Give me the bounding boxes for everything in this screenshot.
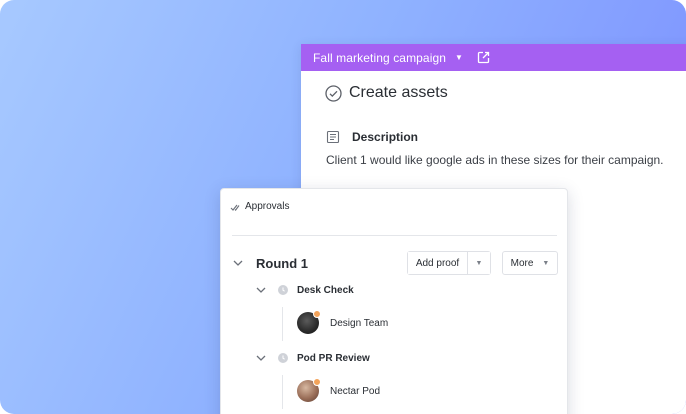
approvals-icon <box>230 202 240 212</box>
add-proof-dropdown-icon[interactable]: ▼ <box>468 252 490 274</box>
chevron-down-icon[interactable] <box>255 352 267 364</box>
step-title: Pod PR Review <box>297 352 370 364</box>
approver-row: Nectar Pod <box>297 378 381 402</box>
description-label: Description <box>352 130 419 144</box>
approver-row: Design Team <box>297 310 389 334</box>
more-label: More <box>510 257 534 269</box>
task-title-row: Create assets <box>325 84 448 102</box>
description-text[interactable]: Client 1 would like google ads in these … <box>326 153 664 167</box>
round-row: Round 1 Add proof ▼ More ▼ <box>232 251 558 275</box>
step-connector <box>282 307 283 341</box>
approvals-title: Approvals <box>245 201 290 212</box>
document-icon <box>326 130 340 144</box>
list-dropdown-icon[interactable]: ▼ <box>455 53 463 62</box>
chevron-down-icon[interactable] <box>255 284 267 296</box>
clock-icon <box>278 353 288 363</box>
add-proof-button[interactable]: Add proof <box>408 252 468 274</box>
approver-name: Design Team <box>330 317 389 329</box>
step-connector <box>282 375 283 409</box>
approver-name: Nectar Pod <box>330 385 381 397</box>
add-proof-group: Add proof ▼ <box>407 251 491 275</box>
description-header: Description <box>326 130 418 144</box>
approval-step: Pod PR Review <box>255 352 370 364</box>
more-button[interactable]: More ▼ <box>502 251 558 275</box>
divider <box>232 235 557 236</box>
round-title: Round 1 <box>256 255 308 271</box>
avatar <box>297 310 321 334</box>
chevron-down-icon[interactable] <box>232 257 244 269</box>
approvals-header: Approvals <box>230 201 289 212</box>
list-name[interactable]: Fall marketing campaign <box>313 51 446 65</box>
task-header: Fall marketing campaign ▼ <box>301 44 686 71</box>
check-circle-icon[interactable] <box>325 84 342 102</box>
task-title[interactable]: Create assets <box>349 84 448 102</box>
more-dropdown-icon: ▼ <box>542 259 550 267</box>
clock-icon <box>278 285 288 295</box>
external-link-icon[interactable] <box>477 51 490 64</box>
approvals-panel: Approvals Round 1 Add proof ▼ More ▼ Des… <box>220 188 568 414</box>
step-title: Desk Check <box>297 284 354 296</box>
approval-step: Desk Check <box>255 284 354 296</box>
avatar <box>297 378 321 402</box>
background: Fall marketing campaign ▼ Create assets <box>0 0 686 414</box>
